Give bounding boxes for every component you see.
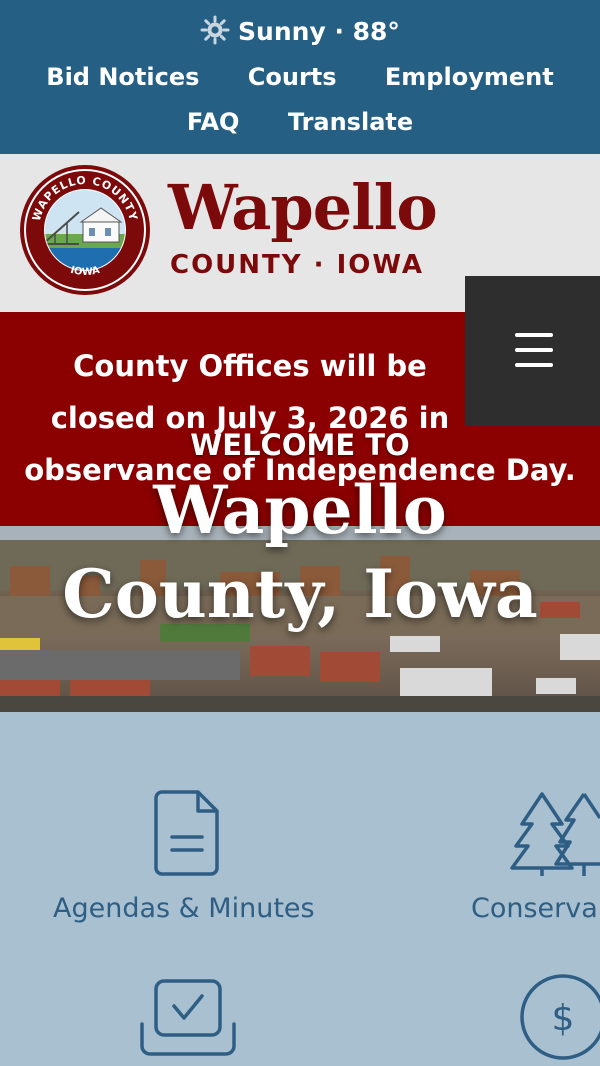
quick-link-label: Agendas & Minutes <box>53 893 315 924</box>
hero-title-line-2: County, Iowa <box>62 555 538 633</box>
pine-trees-icon <box>510 790 600 880</box>
link-translate[interactable]: Translate <box>288 105 413 139</box>
quick-link-checkbox[interactable] <box>0 952 375 1065</box>
hero-title: Wapello County, Iowa <box>0 468 600 636</box>
link-bid-notices[interactable]: Bid Notices <box>46 60 199 94</box>
svg-text:$: $ <box>552 998 575 1039</box>
county-seal-logo[interactable]: WAPELLO COUNTY IOWA <box>19 164 151 296</box>
utility-links-row-2: FAQ Translate <box>0 105 600 139</box>
quick-link-payments[interactable]: $ <box>460 952 600 1065</box>
link-employment[interactable]: Employment <box>385 60 554 94</box>
weather-widget[interactable]: Sunny · 88° <box>0 14 600 55</box>
sun-icon <box>200 15 230 55</box>
quick-links: Agendas & Minutes Conserva $ <box>0 712 600 1065</box>
hero-kicker: WELCOME TO <box>190 428 410 462</box>
alert-line-1: County Offices will be <box>73 349 427 383</box>
site-subtitle: COUNTY · IOWA <box>170 250 425 280</box>
quick-link-label: Conserva <box>471 893 598 924</box>
hamburger-menu-icon <box>515 333 553 378</box>
quick-link-agendas-minutes[interactable]: Agendas & Minutes <box>0 712 375 952</box>
site-title[interactable]: Wapello <box>168 168 438 248</box>
utility-bar: Sunny · 88° Bid Notices Courts Employmen… <box>0 0 600 154</box>
dollar-circle-icon: $ <box>518 972 600 1066</box>
document-icon <box>154 790 220 880</box>
quick-link-conservation[interactable]: Conserva <box>460 712 600 952</box>
utility-links-row-1: Bid Notices Courts Employment <box>0 60 600 94</box>
link-faq[interactable]: FAQ <box>187 105 240 139</box>
weather-text: Sunny · 88° <box>238 17 400 46</box>
link-courts[interactable]: Courts <box>248 60 337 94</box>
menu-button[interactable] <box>465 276 600 426</box>
hero-title-line-1: Wapello <box>153 471 447 549</box>
checkbox-tray-icon <box>138 978 238 1062</box>
